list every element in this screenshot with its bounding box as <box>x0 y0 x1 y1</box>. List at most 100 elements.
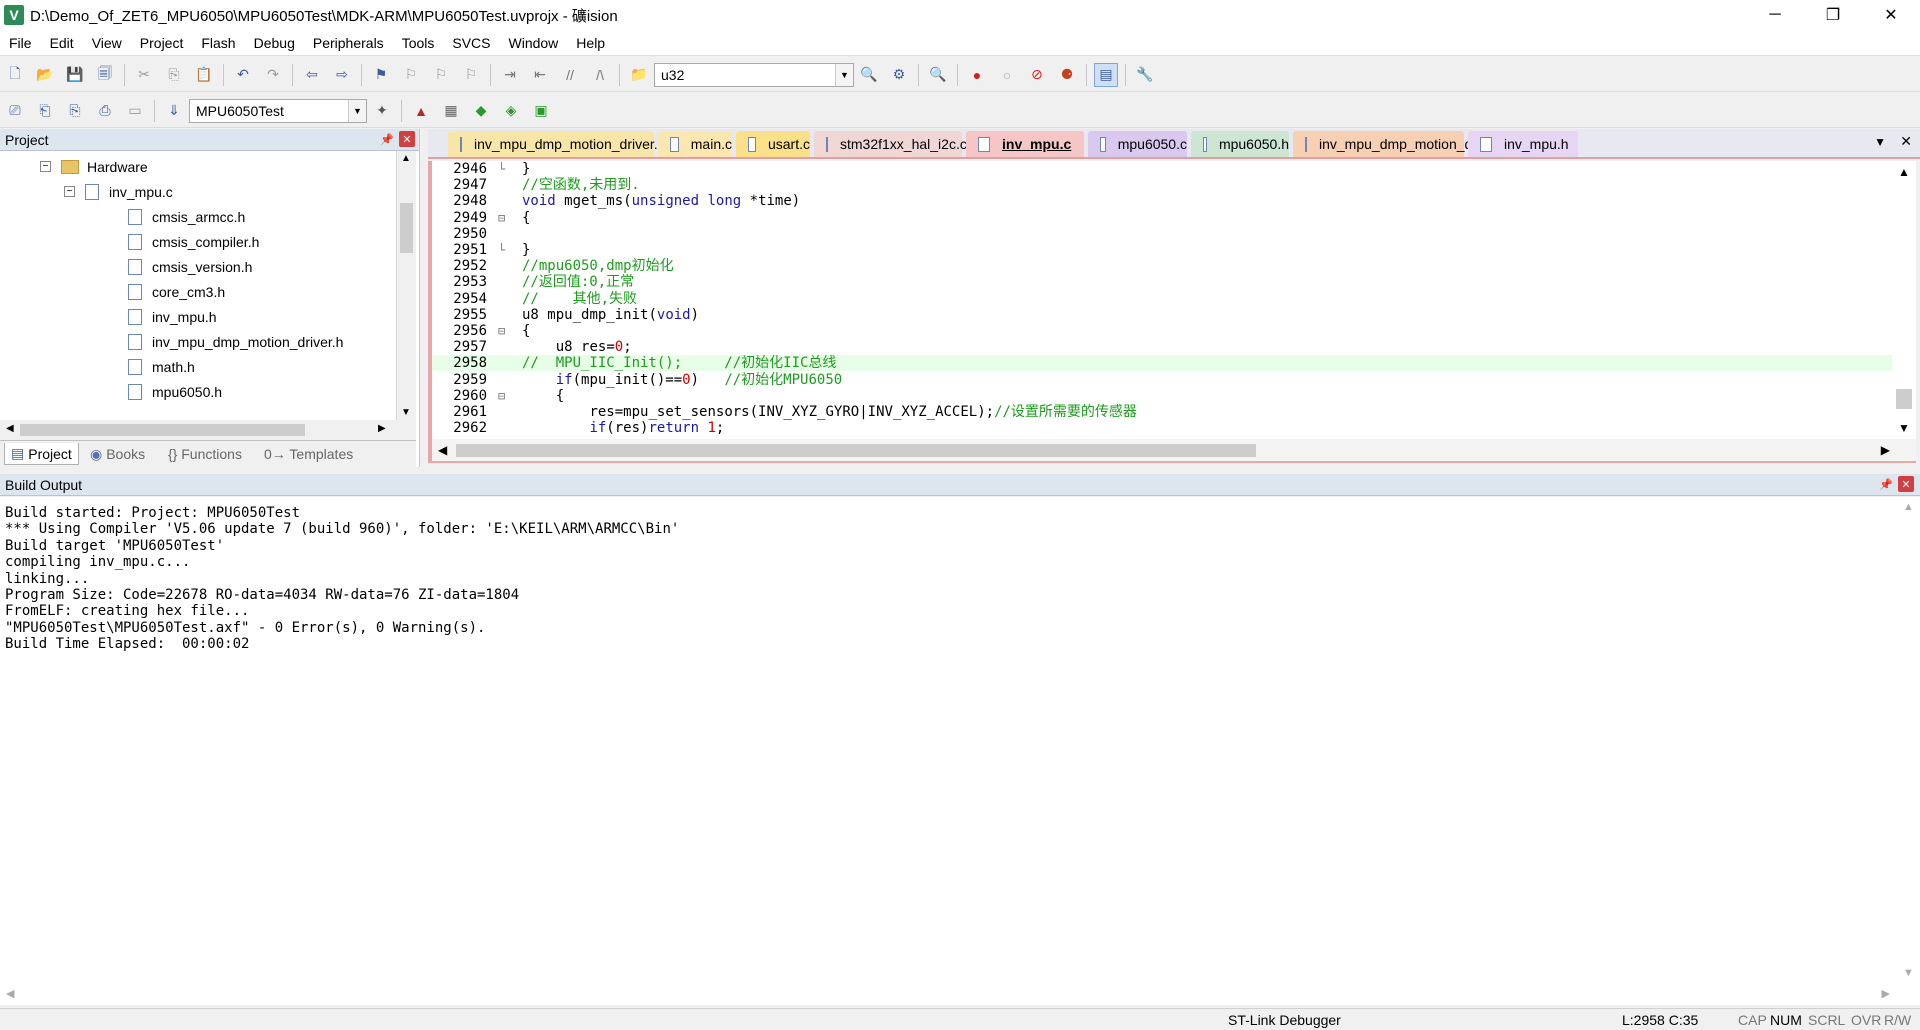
menu-window[interactable]: Window <box>500 30 568 56</box>
fold-marker[interactable]: ⊟ <box>498 323 509 339</box>
find-in-files-icon[interactable]: 📁 <box>627 63 651 87</box>
scroll-up-icon[interactable]: ▲ <box>1903 501 1914 513</box>
menu-flash[interactable]: Flash <box>192 30 244 56</box>
scroll-thumb[interactable] <box>1896 389 1912 409</box>
paste-icon[interactable]: 📋 <box>192 63 216 87</box>
close-editor-icon[interactable]: ✕ <box>1900 133 1912 150</box>
tab-functions[interactable]: {} Functions <box>162 443 248 465</box>
scroll-down-icon[interactable]: ▼ <box>1898 421 1910 435</box>
disable-breakpoints-icon[interactable]: ⊘ <box>1025 63 1049 87</box>
tree-item[interactable]: math.h <box>128 354 195 379</box>
tree-item[interactable]: cmsis_version.h <box>128 254 252 279</box>
open-file-icon[interactable]: 📂 <box>33 63 57 87</box>
build-horizontal-scrollbar[interactable]: ◀ ▶ <box>0 983 1920 1005</box>
stop-build-icon[interactable]: ▭ <box>123 99 147 123</box>
fold-marker[interactable] <box>498 420 509 436</box>
scroll-left-icon[interactable]: ◀ <box>6 987 14 1000</box>
scroll-thumb[interactable] <box>456 444 1256 457</box>
close-icon[interactable]: ✕ <box>1898 476 1914 492</box>
tree-item[interactable]: − Hardware <box>40 154 148 179</box>
scroll-thumb[interactable] <box>20 424 305 436</box>
select-packs-icon[interactable]: ▦ <box>439 99 463 123</box>
fold-marker[interactable]: └ <box>498 242 509 258</box>
editor-vertical-scrollbar[interactable]: ▲ ▼ <box>1892 161 1916 439</box>
indent-icon[interactable]: ⇥ <box>498 63 522 87</box>
fold-marker[interactable]: └ <box>498 161 509 177</box>
target-combo[interactable]: MPU6050Test ▼ <box>189 98 367 123</box>
save-icon[interactable]: 💾 <box>63 63 87 87</box>
menu-tools[interactable]: Tools <box>393 30 444 56</box>
scroll-left-icon[interactable]: ◀ <box>6 423 14 434</box>
fold-marker[interactable] <box>498 226 509 242</box>
translate-icon[interactable]: ⎚ <box>3 99 27 123</box>
tree-item[interactable]: cmsis_armcc.h <box>128 204 245 229</box>
download-icon[interactable]: ⇓ <box>162 99 186 123</box>
fold-marker[interactable] <box>498 307 509 323</box>
clear-bookmarks-icon[interactable]: ⚐ <box>459 63 483 87</box>
save-all-icon[interactable]: 🗐 <box>93 63 117 87</box>
editor-tab[interactable]: stm32f1xx_hal_i2c.c <box>814 131 967 157</box>
next-bookmark-icon[interactable]: ⚐ <box>429 63 453 87</box>
menu-file[interactable]: File <box>0 30 41 56</box>
fold-marker[interactable]: ⊟ <box>498 210 509 226</box>
editor-tab[interactable]: inv_mpu.h <box>1468 131 1578 157</box>
tree-item[interactable]: inv_mpu_dmp_motion_driver.h <box>128 329 343 354</box>
editor-horizontal-scrollbar[interactable]: ◀ ▶ <box>428 439 1916 463</box>
fold-marker[interactable]: ⊟ <box>498 388 509 404</box>
code-editor[interactable]: 2946 └} 2947 //空函数,未用到. 2948 void mget_ms(uns… <box>428 161 1892 439</box>
menu-edit[interactable]: Edit <box>41 30 83 56</box>
build-icon[interactable]: ⎗ <box>33 99 57 123</box>
scroll-down-icon[interactable]: ▼ <box>401 407 411 418</box>
tree-item[interactable]: core_cm3.h <box>128 279 225 304</box>
fold-marker[interactable] <box>498 372 509 388</box>
manage-run-time-env-icon[interactable]: ◆ <box>469 99 493 123</box>
scroll-up-icon[interactable]: ▲ <box>401 153 411 164</box>
scroll-thumb[interactable] <box>400 203 413 253</box>
batch-build-icon[interactable]: ⎙ <box>93 99 117 123</box>
menu-view[interactable]: View <box>83 30 131 56</box>
rebuild-icon[interactable]: ⎘ <box>63 99 87 123</box>
chevron-down-icon[interactable]: ▼ <box>348 99 366 122</box>
scroll-down-icon[interactable]: ▼ <box>1903 967 1914 979</box>
insert-breakpoint-icon[interactable]: ● <box>965 63 989 87</box>
close-icon[interactable]: ✕ <box>399 131 415 147</box>
new-file-icon[interactable]: 🗋 <box>3 63 27 87</box>
unindent-icon[interactable]: ⇤ <box>528 63 552 87</box>
tree-vertical-scrollbar[interactable]: ▲ ▼ <box>396 151 416 420</box>
fold-marker[interactable] <box>498 404 509 420</box>
fold-marker[interactable] <box>498 274 509 290</box>
prev-bookmark-icon[interactable]: ⚐ <box>399 63 423 87</box>
restore-button[interactable]: ❐ <box>1804 0 1862 30</box>
chevron-down-icon[interactable]: ▼ <box>835 63 853 86</box>
tree-item[interactable]: mpu6050.h <box>128 379 222 404</box>
fold-marker[interactable] <box>498 339 509 355</box>
tab-templates[interactable]: 0→ Templates <box>258 443 359 465</box>
navigate-back-icon[interactable]: ⇦ <box>300 63 324 87</box>
editor-tab[interactable]: usart.c <box>736 131 810 157</box>
menu-project[interactable]: Project <box>131 30 193 56</box>
close-button[interactable]: ✕ <box>1862 0 1920 30</box>
scroll-up-icon[interactable]: ▲ <box>1898 165 1910 179</box>
menu-peripherals[interactable]: Peripherals <box>304 30 393 56</box>
tree-horizontal-scrollbar[interactable]: ◀ ▶ <box>0 420 416 440</box>
tree-item[interactable]: − inv_mpu.c <box>64 179 173 204</box>
editor-tab[interactable]: inv_mpu_dmp_motion_driver.c <box>1293 131 1510 157</box>
comment-icon[interactable]: // <box>558 63 582 87</box>
configure-icon[interactable]: 🔧 <box>1133 63 1157 87</box>
build-vertical-scrollbar[interactable]: ▲ ▼ <box>1896 497 1920 983</box>
find-combo[interactable]: u32 ▼ <box>654 62 854 87</box>
manage-project-items-icon[interactable]: ▲ <box>409 99 433 123</box>
pin-icon[interactable]: 📌 <box>379 131 395 147</box>
pin-icon[interactable]: 📌 <box>1878 476 1894 492</box>
menu-help[interactable]: Help <box>567 30 614 56</box>
fold-marker[interactable] <box>498 177 509 193</box>
uncomment-icon[interactable]: /\ <box>588 63 612 87</box>
editor-tab[interactable]: mpu6050.h <box>1191 131 1289 157</box>
find-icon[interactable]: 🔍 <box>857 63 881 87</box>
scroll-right-icon[interactable]: ▶ <box>1882 987 1890 1000</box>
undo-icon[interactable]: ↶ <box>231 63 255 87</box>
scroll-right-icon[interactable]: ▶ <box>1881 443 1890 457</box>
target-options-icon[interactable]: ✦ <box>370 99 394 123</box>
editor-tab[interactable]: inv_mpu_dmp_motion_driver.h <box>448 131 665 157</box>
tree-item[interactable]: cmsis_compiler.h <box>128 229 259 254</box>
